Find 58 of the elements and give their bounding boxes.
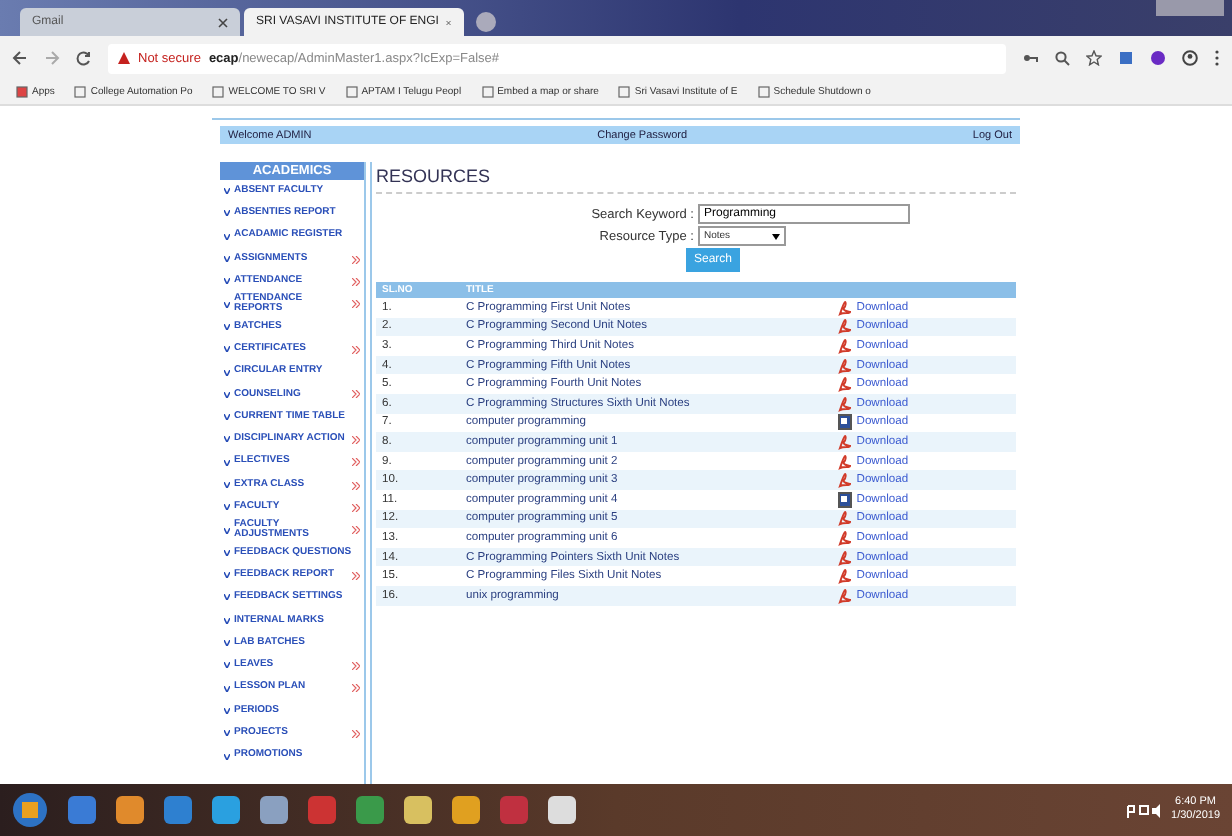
star-icon[interactable]: [1086, 50, 1102, 66]
bullet-icon: [224, 662, 230, 669]
dropdown-arrow-icon: [772, 233, 780, 239]
bullet-icon: [224, 346, 230, 353]
bullet-icon: [224, 436, 230, 443]
bullet-icon: [224, 210, 230, 217]
page-title: RESOURCES: [376, 162, 1016, 194]
tray-icons-drawing[interactable]: [1125, 803, 1162, 817]
taskbar-app-icon[interactable]: [164, 796, 192, 824]
start-button[interactable]: [12, 792, 48, 828]
bullet-icon: [224, 188, 230, 195]
key-icon[interactable]: [1022, 50, 1038, 66]
taskbar-app-icon[interactable]: [548, 796, 576, 824]
profile-icon[interactable]: [1182, 50, 1198, 66]
bullet-icon: [224, 572, 230, 579]
bullet-icon: [224, 594, 230, 601]
bullet-icon: [224, 685, 230, 692]
new-tab-button[interactable]: [476, 12, 496, 32]
bullet-icon: [224, 527, 230, 534]
taskbar-app-icon[interactable]: [212, 796, 240, 824]
taskbar-app-icon[interactable]: [404, 796, 432, 824]
apps-grid-icon: [16, 86, 28, 98]
bullet-icon: [224, 278, 230, 285]
bullet-icon: [224, 369, 230, 376]
bullet-icon: [224, 482, 230, 488]
taskbar-app-icon[interactable]: [452, 796, 480, 824]
bullet-icon: [224, 256, 230, 263]
bullet-icon: [224, 459, 230, 466]
search-icon[interactable]: [1054, 50, 1070, 66]
bullet-icon: [224, 617, 230, 624]
warning-icon: [118, 52, 130, 64]
bullet-icon: [224, 549, 230, 556]
bookmark-icon: [618, 86, 631, 98]
bookmark-icon: [481, 86, 494, 98]
bullet-icon: [224, 301, 230, 308]
document-icon: [838, 414, 853, 431]
bullet-icon: [224, 233, 230, 240]
taskbar-app-icon[interactable]: [260, 796, 288, 824]
bullet-icon: [224, 391, 230, 398]
bullet-icon: [224, 323, 230, 330]
bullet-icon: [224, 504, 230, 511]
bookmark-icon: [345, 86, 358, 98]
bookmark-icon: [757, 86, 770, 98]
menu-icon[interactable]: [1214, 50, 1220, 66]
bullet-icon: [224, 753, 230, 760]
back-icon[interactable]: [12, 50, 28, 66]
bullet-icon: [224, 730, 230, 737]
bullet-icon: [224, 707, 230, 714]
bookmark-icon: [212, 86, 225, 98]
taskbar-app-icon[interactable]: [356, 796, 384, 824]
bullet-icon: [224, 414, 230, 421]
bookmark-icon: [74, 86, 87, 98]
reload-icon[interactable]: [76, 50, 92, 66]
taskbar-app-icon[interactable]: [116, 796, 144, 824]
document-icon: [838, 491, 853, 508]
taskbar-app-icon[interactable]: [68, 796, 96, 824]
bullet-icon: [224, 640, 230, 647]
close-icon[interactable]: [218, 17, 228, 27]
